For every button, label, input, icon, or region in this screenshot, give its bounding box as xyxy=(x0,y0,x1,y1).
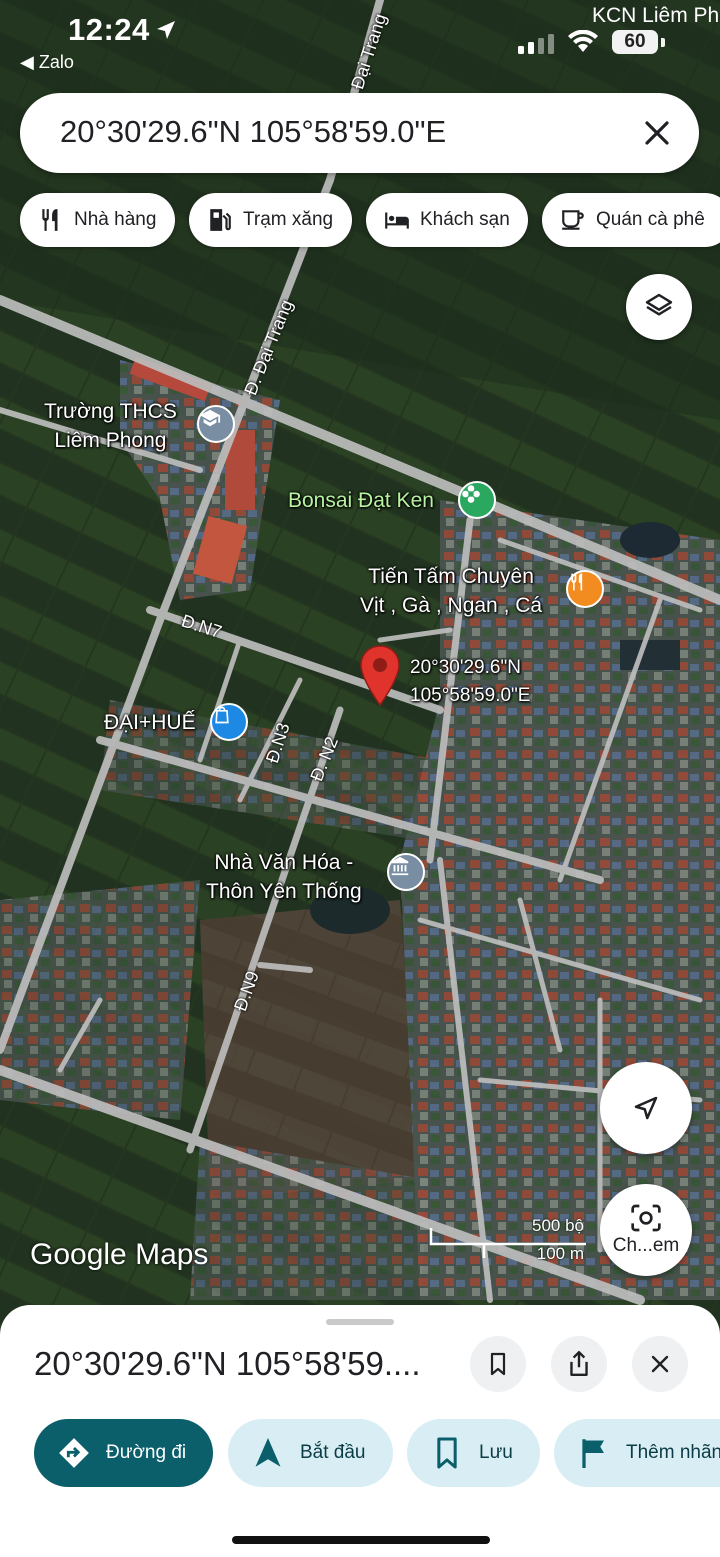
chip-label: Khách sạn xyxy=(420,209,510,230)
poi-label-culture-house[interactable]: Nhà Văn Hóa - Thôn Yên Thống xyxy=(206,848,362,906)
image-search-button[interactable]: Ch...em xyxy=(600,1184,692,1276)
poi-label-shop[interactable]: ĐẠI+HUẾ xyxy=(104,708,196,737)
chip-coffee[interactable]: Quán cà phê xyxy=(542,193,720,247)
save-label: Lưu xyxy=(479,1442,513,1463)
search-query-text[interactable]: 20°30'29.6"N 105°58'59.0"E xyxy=(60,114,446,150)
shopping-bag-icon[interactable] xyxy=(210,703,248,741)
restaurant-icon xyxy=(36,205,66,235)
battery-tip xyxy=(661,38,665,47)
directions-label: Đường đi xyxy=(106,1442,187,1463)
bookmark-icon xyxy=(490,1352,506,1376)
place-title: 20°30'29.6"N 105°58'59.... xyxy=(34,1345,421,1382)
school-icon[interactable] xyxy=(197,405,235,443)
navigation-arrow-icon xyxy=(248,1433,288,1473)
chip-gas-stations[interactable]: Trạm xăng xyxy=(189,193,352,247)
map-scale: 500 bộ 100 m xyxy=(428,1214,588,1270)
restaurant-icon[interactable] xyxy=(566,570,604,608)
poi-label-restaurant[interactable]: Tiến Tấm Chuyên Vịt , Gà , Ngan , Cá xyxy=(360,562,542,620)
share-button[interactable] xyxy=(551,1336,607,1392)
chip-label: Quán cà phê xyxy=(596,209,705,230)
add-label-text: Thêm nhãn xyxy=(626,1442,720,1463)
dropped-pin-icon[interactable] xyxy=(358,644,402,708)
back-to-app-link[interactable]: ◀ Zalo xyxy=(20,52,74,73)
navigation-arrow-icon xyxy=(634,1096,658,1120)
place-bottom-sheet[interactable]: 20°30'29.6"N 105°58'59.... Đường đi Bắt … xyxy=(0,1305,720,1557)
image-search-label: Ch...em xyxy=(612,1235,680,1256)
flower-icon[interactable] xyxy=(458,481,496,519)
coffee-icon xyxy=(558,205,588,235)
start-button[interactable]: Bắt đầu xyxy=(228,1419,393,1487)
poi-label-bonsai[interactable]: Bonsai Đạt Ken xyxy=(288,486,434,515)
layers-icon xyxy=(645,293,673,316)
start-label: Bắt đầu xyxy=(300,1442,366,1463)
poi-label-school[interactable]: Trường THCS Liêm Phong xyxy=(44,397,177,455)
chip-hotels[interactable]: Khách sạn xyxy=(366,193,528,247)
my-location-button[interactable] xyxy=(600,1062,692,1154)
status-area-label: KCN Liêm Ph xyxy=(592,4,720,27)
scale-metric-text: 100 m xyxy=(536,1244,584,1263)
flag-icon xyxy=(574,1433,614,1473)
hotel-icon xyxy=(382,205,412,235)
close-icon xyxy=(651,1355,669,1373)
chip-label: Nhà hàng xyxy=(74,209,157,230)
drag-handle[interactable] xyxy=(326,1319,394,1325)
search-bar[interactable]: 20°30'29.6"N 105°58'59.0"E xyxy=(20,93,699,173)
pin-coordinates-label: 20°30'29.6"N 105°58'59.0"E xyxy=(410,657,531,706)
scale-imperial-text: 500 bộ xyxy=(532,1216,584,1235)
directions-button[interactable]: Đường đi xyxy=(34,1419,213,1487)
close-sheet-button[interactable] xyxy=(632,1336,688,1392)
add-label-button[interactable]: Thêm nhãn xyxy=(554,1419,720,1487)
home-indicator xyxy=(232,1536,490,1544)
location-arrow-icon xyxy=(157,21,175,39)
gas-station-icon xyxy=(205,205,235,235)
directions-icon xyxy=(54,1433,94,1473)
close-icon[interactable] xyxy=(639,115,675,151)
camera-search-icon xyxy=(631,1204,661,1232)
save-action-button[interactable]: Lưu xyxy=(407,1419,540,1487)
chip-label: Trạm xăng xyxy=(243,209,334,230)
save-button[interactable] xyxy=(470,1336,526,1392)
status-bar: 12:24 ◀ Zalo KCN Liêm Ph 60 xyxy=(0,0,720,80)
museum-icon[interactable] xyxy=(387,853,425,891)
wifi-icon xyxy=(568,30,598,52)
google-maps-logo: Google Maps xyxy=(30,1238,209,1271)
layers-button[interactable] xyxy=(626,274,692,340)
chip-restaurants[interactable]: Nhà hàng xyxy=(20,193,175,247)
battery-indicator: 60 xyxy=(612,30,658,54)
share-icon xyxy=(570,1350,588,1376)
status-time: 12:24 xyxy=(68,12,150,47)
cellular-signal-icon xyxy=(518,34,554,54)
bookmark-icon xyxy=(427,1433,467,1473)
